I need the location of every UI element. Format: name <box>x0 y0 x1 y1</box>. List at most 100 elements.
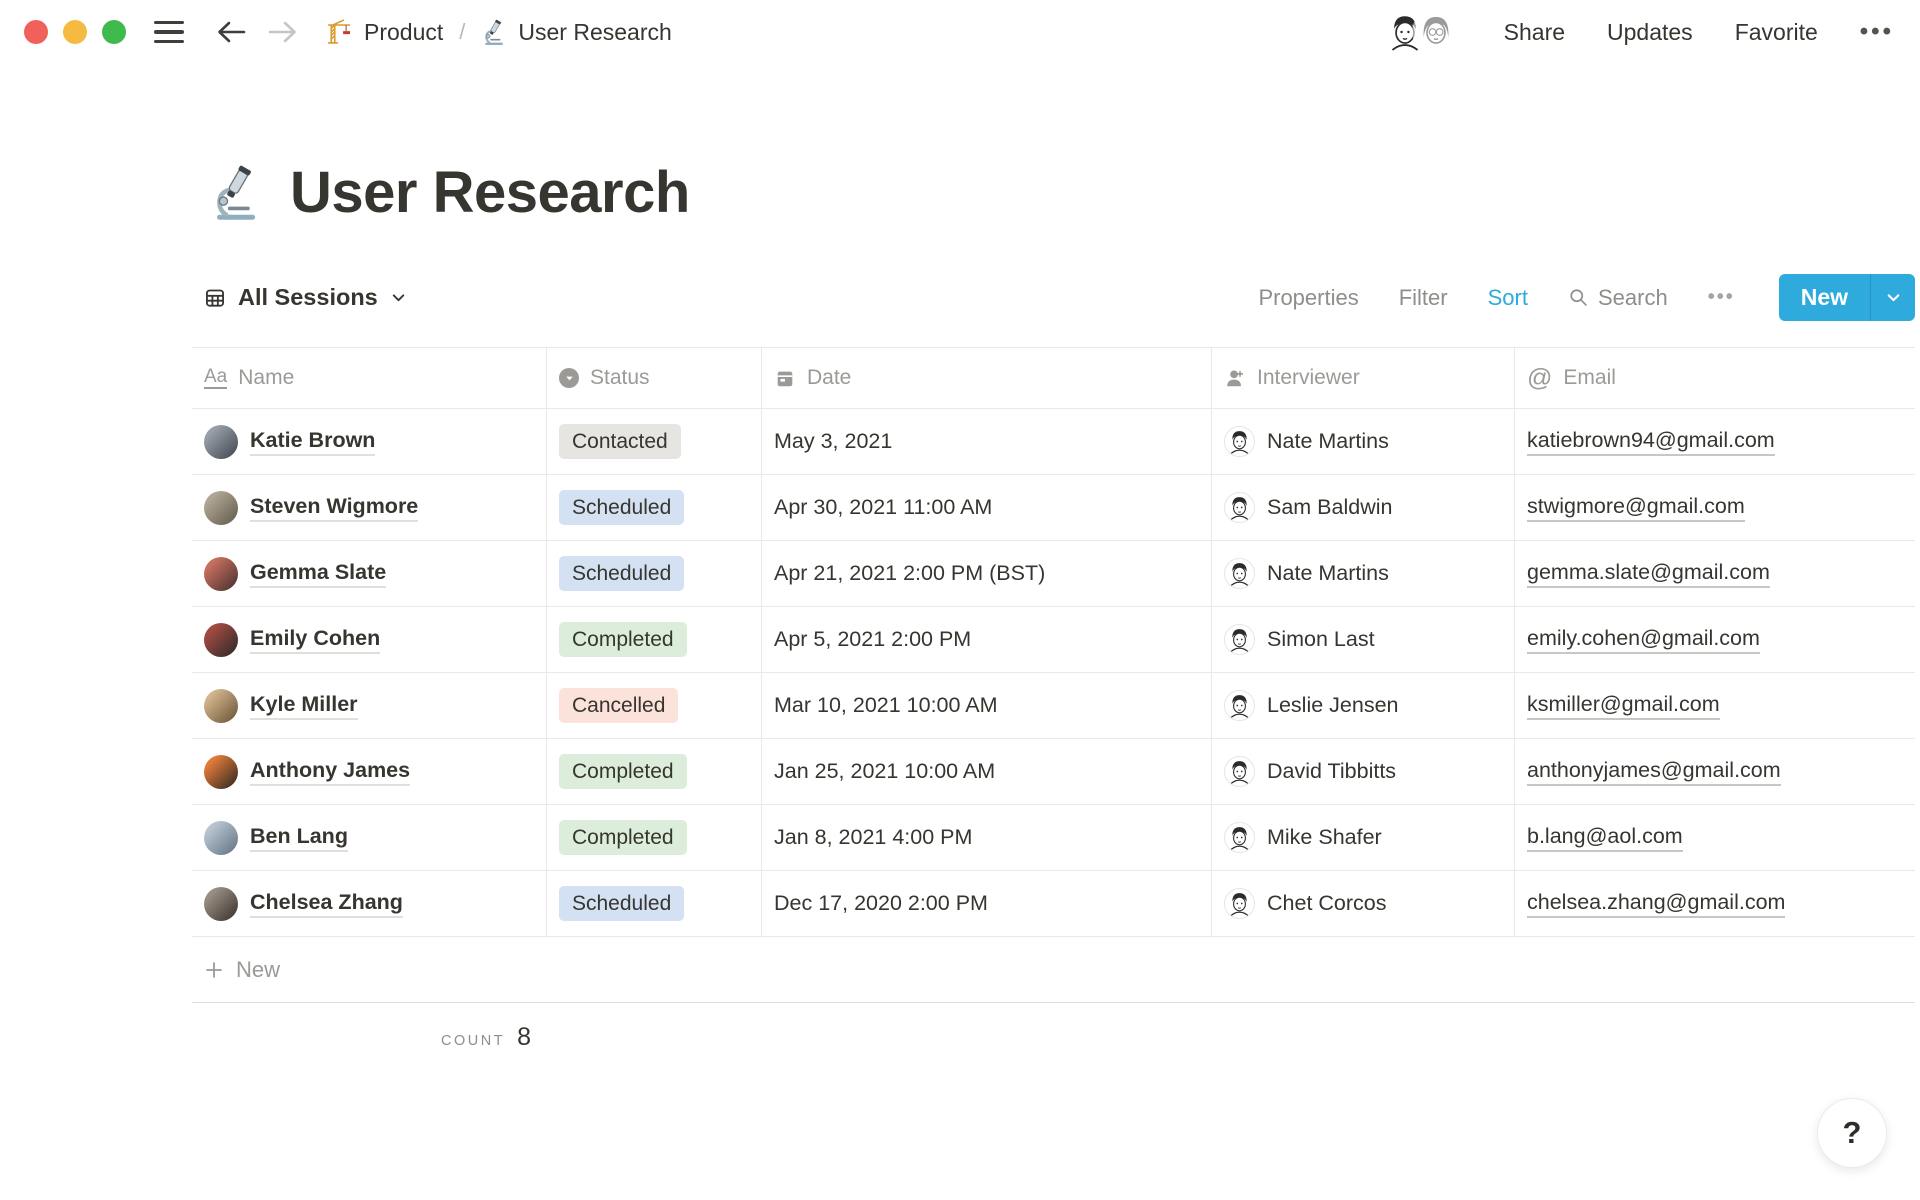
column-header-email[interactable]: @ Email <box>1515 347 1915 409</box>
date-cell[interactable]: Apr 5, 2021 2:00 PM <box>762 607 1212 673</box>
column-header-date[interactable]: Date <box>762 347 1212 409</box>
date-cell[interactable]: Jan 25, 2021 10:00 AM <box>762 739 1212 805</box>
interviewer-cell[interactable]: Leslie Jensen <box>1212 673 1515 739</box>
calendar-icon <box>774 367 796 389</box>
email-cell[interactable]: b.lang@aol.com <box>1515 805 1915 871</box>
member-avatars[interactable] <box>1382 10 1458 54</box>
count-calculation[interactable]: COUNT 8 <box>192 1003 547 1052</box>
name-cell[interactable]: Steven Wigmore <box>192 475 547 541</box>
email-cell[interactable]: katiebrown94@gmail.com <box>1515 409 1915 475</box>
status-badge: Completed <box>559 819 687 856</box>
name-cell[interactable]: Chelsea Zhang <box>192 871 547 937</box>
interviewer-cell[interactable]: Nate Martins <box>1212 541 1515 607</box>
row-name-link[interactable]: Gemma Slate <box>250 560 387 588</box>
date-cell[interactable]: Mar 10, 2021 10:00 AM <box>762 673 1212 739</box>
email-cell[interactable]: emily.cohen@gmail.com <box>1515 607 1915 673</box>
status-cell[interactable]: Scheduled <box>547 475 762 541</box>
email-link[interactable]: anthonyjames@gmail.com <box>1527 758 1781 786</box>
email-cell[interactable]: stwigmore@gmail.com <box>1515 475 1915 541</box>
row-name-link[interactable]: Ben Lang <box>250 824 348 852</box>
sidebar-toggle-icon[interactable] <box>154 20 184 44</box>
breadcrumb-item-product[interactable]: Product <box>326 18 443 46</box>
column-label: Date <box>807 366 852 389</box>
column-label: Email <box>1563 366 1616 389</box>
column-header-name[interactable]: Aa Name <box>192 347 547 409</box>
view-switcher[interactable]: All Sessions <box>204 284 407 311</box>
microscope-icon <box>208 164 266 222</box>
share-button[interactable]: Share <box>1504 19 1565 46</box>
row-name-link[interactable]: Kyle Miller <box>250 692 358 720</box>
email-link[interactable]: emily.cohen@gmail.com <box>1527 626 1760 654</box>
row-name-link[interactable]: Chelsea Zhang <box>250 890 403 918</box>
sort-button[interactable]: Sort <box>1488 285 1528 311</box>
status-cell[interactable]: Completed <box>547 739 762 805</box>
table-body: Katie Brown Contacted May 3, 2021 Nate M… <box>192 409 1915 937</box>
back-arrow-icon[interactable] <box>214 19 248 45</box>
interviewer-cell[interactable]: Chet Corcos <box>1212 871 1515 937</box>
name-cell[interactable]: Emily Cohen <box>192 607 547 673</box>
new-row-button[interactable]: New <box>192 937 1915 1003</box>
date-cell[interactable]: Apr 30, 2021 11:00 AM <box>762 475 1212 541</box>
page-title[interactable]: User Research <box>208 159 1915 226</box>
status-cell[interactable]: Scheduled <box>547 541 762 607</box>
interviewer-cell[interactable]: Simon Last <box>1212 607 1515 673</box>
more-options-icon[interactable]: ••• <box>1860 18 1894 46</box>
name-cell[interactable]: Gemma Slate <box>192 541 547 607</box>
favorite-button[interactable]: Favorite <box>1735 19 1818 46</box>
forward-arrow-icon[interactable] <box>266 19 300 45</box>
properties-button[interactable]: Properties <box>1258 285 1358 311</box>
status-cell[interactable]: Completed <box>547 805 762 871</box>
email-cell[interactable]: ksmiller@gmail.com <box>1515 673 1915 739</box>
date-cell[interactable]: Dec 17, 2020 2:00 PM <box>762 871 1212 937</box>
zoom-window-button[interactable] <box>102 20 126 44</box>
email-link[interactable]: ksmiller@gmail.com <box>1527 692 1720 720</box>
view-more-options-icon[interactable]: ••• <box>1708 286 1735 309</box>
status-cell[interactable]: Completed <box>547 607 762 673</box>
email-link[interactable]: gemma.slate@gmail.com <box>1527 560 1770 588</box>
interviewer-cell[interactable]: Mike Shafer <box>1212 805 1515 871</box>
date-cell[interactable]: Jan 8, 2021 4:00 PM <box>762 805 1212 871</box>
interviewer-cell[interactable]: Sam Baldwin <box>1212 475 1515 541</box>
email-cell[interactable]: anthonyjames@gmail.com <box>1515 739 1915 805</box>
interviewer-cell[interactable]: Nate Martins <box>1212 409 1515 475</box>
email-link[interactable]: stwigmore@gmail.com <box>1527 494 1745 522</box>
name-cell[interactable]: Ben Lang <box>192 805 547 871</box>
row-avatar <box>204 490 238 525</box>
column-header-interviewer[interactable]: Interviewer <box>1212 347 1515 409</box>
filter-button[interactable]: Filter <box>1399 285 1448 311</box>
status-cell[interactable]: Contacted <box>547 409 762 475</box>
email-link[interactable]: katiebrown94@gmail.com <box>1527 428 1775 456</box>
search-button[interactable]: Search <box>1568 285 1668 311</box>
email-link[interactable]: chelsea.zhang@gmail.com <box>1527 890 1786 918</box>
interviewer-avatar <box>1224 756 1255 787</box>
row-name-link[interactable]: Katie Brown <box>250 428 376 456</box>
row-name-link[interactable]: Anthony James <box>250 758 411 786</box>
date-cell[interactable]: Apr 21, 2021 2:00 PM (BST) <box>762 541 1212 607</box>
help-button[interactable]: ? <box>1817 1098 1887 1168</box>
email-cell[interactable]: chelsea.zhang@gmail.com <box>1515 871 1915 937</box>
page-content: User Research All Sessions Properties Fi… <box>0 159 1915 1052</box>
close-window-button[interactable] <box>24 20 48 44</box>
email-cell[interactable]: gemma.slate@gmail.com <box>1515 541 1915 607</box>
new-button[interactable]: New <box>1779 274 1870 321</box>
breadcrumb-item-page[interactable]: User Research <box>481 19 672 46</box>
name-cell[interactable]: Kyle Miller <box>192 673 547 739</box>
status-cell[interactable]: Scheduled <box>547 871 762 937</box>
row-name-link[interactable]: Emily Cohen <box>250 626 381 654</box>
email-link[interactable]: b.lang@aol.com <box>1527 824 1683 852</box>
new-button-dropdown[interactable] <box>1871 274 1915 321</box>
minimize-window-button[interactable] <box>63 20 87 44</box>
row-name-link[interactable]: Steven Wigmore <box>250 494 419 522</box>
search-icon <box>1568 287 1589 308</box>
count-value: 8 <box>517 1023 531 1051</box>
interviewer-cell[interactable]: David Tibbitts <box>1212 739 1515 805</box>
interviewer-avatar <box>1224 690 1255 721</box>
name-cell[interactable]: Katie Brown <box>192 409 547 475</box>
date-cell[interactable]: May 3, 2021 <box>762 409 1212 475</box>
column-header-status[interactable]: Status <box>547 347 762 409</box>
updates-button[interactable]: Updates <box>1607 19 1693 46</box>
date-value: Jan 25, 2021 10:00 AM <box>774 759 996 783</box>
plus-icon <box>204 960 224 980</box>
name-cell[interactable]: Anthony James <box>192 739 547 805</box>
status-cell[interactable]: Cancelled <box>547 673 762 739</box>
